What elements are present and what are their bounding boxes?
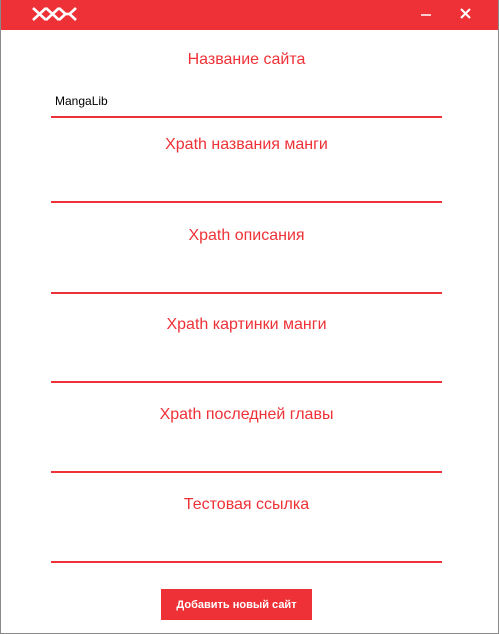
close-icon: [459, 6, 471, 24]
image-xpath-input[interactable]: [51, 357, 442, 383]
app-window: Название сайта Xpath названия манги Xpat…: [0, 0, 499, 634]
minimize-icon: [421, 6, 431, 24]
minimize-button[interactable]: [411, 0, 441, 30]
description-xpath-field: Xpath описания: [51, 226, 442, 296]
title-xpath-field: Xpath названия манги: [51, 135, 442, 205]
image-xpath-field: Xpath картинки манги: [51, 315, 442, 385]
test-link-field: Тестовая ссылка: [51, 495, 442, 565]
site-name-field: Название сайта: [51, 50, 442, 120]
test-link-label: Тестовая ссылка: [183, 496, 310, 513]
title-bar[interactable]: [1, 0, 498, 30]
manga-logo-icon: [32, 7, 77, 21]
title-xpath-label: Xpath названия манги: [165, 136, 328, 153]
description-xpath-label: Xpath описания: [188, 227, 305, 244]
test-link-input[interactable]: [51, 537, 442, 563]
last-chapter-xpath-input[interactable]: [51, 447, 442, 473]
site-name-label: Название сайта: [187, 51, 306, 68]
close-button[interactable]: [450, 0, 480, 30]
description-xpath-input[interactable]: [51, 268, 442, 294]
image-xpath-label: Xpath картинки манги: [166, 316, 327, 333]
title-xpath-input[interactable]: [51, 177, 442, 203]
last-chapter-xpath-field: Xpath последней главы: [51, 405, 442, 475]
add-site-button[interactable]: Добавить новый сайт: [161, 589, 312, 620]
last-chapter-xpath-label: Xpath последней главы: [159, 406, 334, 423]
site-name-input[interactable]: [51, 92, 442, 118]
